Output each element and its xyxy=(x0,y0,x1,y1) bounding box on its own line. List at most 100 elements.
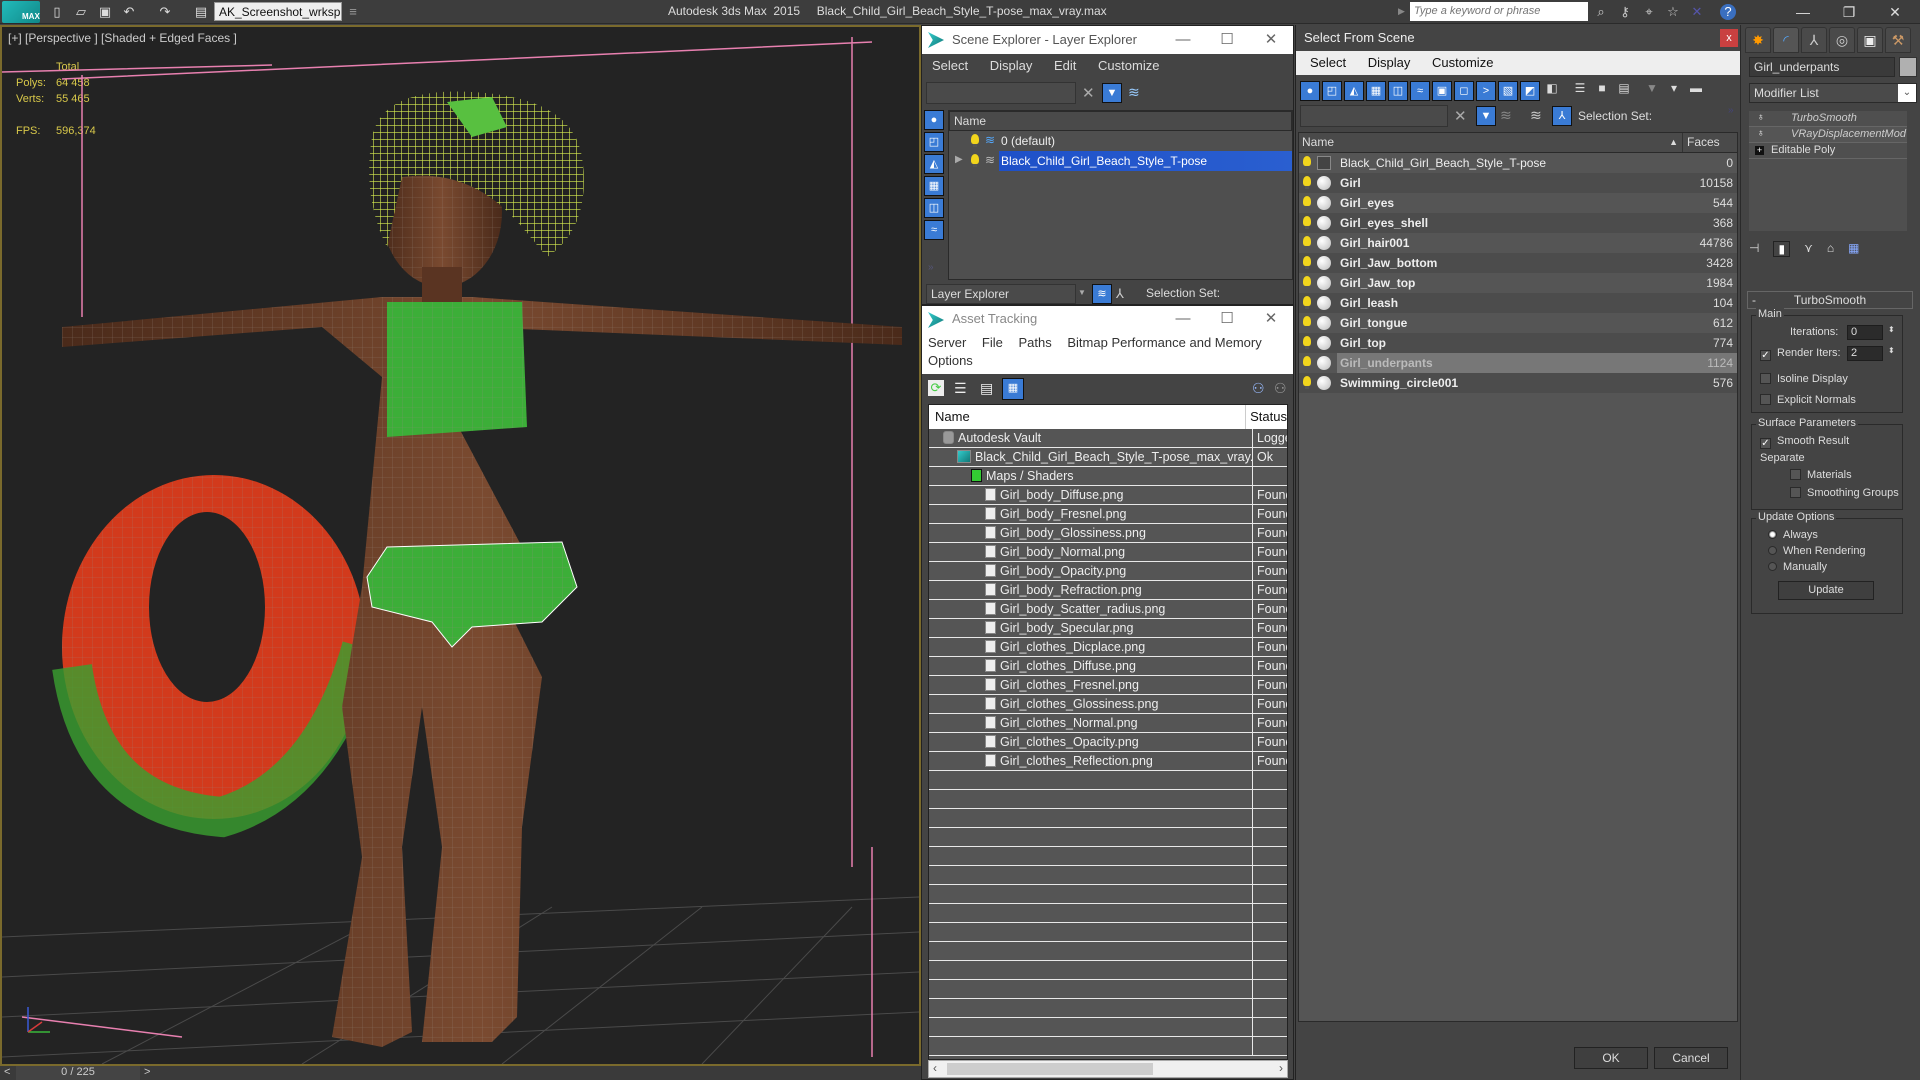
close-button[interactable]: ✕ xyxy=(1872,0,1918,24)
ok-button[interactable]: OK xyxy=(1574,1047,1648,1069)
hidden-filter-icon[interactable]: ◧ xyxy=(1542,81,1562,101)
select-invert-icon[interactable]: ▤ xyxy=(1614,81,1634,101)
visibility-bulb-icon[interactable] xyxy=(971,134,979,147)
asset-row[interactable]: Girl_clothes_Normal.png Found xyxy=(929,714,1287,733)
hierarchy-tab-icon[interactable]: ⅄ xyxy=(1801,27,1827,53)
maximize-button[interactable]: ☐ xyxy=(1205,26,1249,54)
visibility-bulb-icon[interactable] xyxy=(1303,196,1311,209)
always-radio[interactable]: Always xyxy=(1768,529,1818,541)
close-button[interactable]: ✕ xyxy=(1249,26,1293,54)
hierarchy-mode-icon[interactable]: ⅄ xyxy=(1552,106,1572,126)
close-button[interactable]: x xyxy=(1720,29,1738,47)
select-from-scene-titlebar[interactable]: Select From Scene x xyxy=(1296,25,1740,51)
layer-row-selected[interactable]: ▶ ≋ Black_Child_Girl_Beach_Style_T-pose xyxy=(949,151,1292,171)
geometry-filter-icon[interactable]: ● xyxy=(924,110,944,130)
minimize-button[interactable]: — xyxy=(1161,26,1205,54)
modifier-stack-item[interactable]: + Editable Poly xyxy=(1749,143,1907,159)
menu-display[interactable]: Display xyxy=(990,58,1033,73)
list-view-icon[interactable]: ☰ xyxy=(954,380,967,397)
visibility-bulb-icon[interactable] xyxy=(1303,296,1311,309)
menu-options[interactable]: Options xyxy=(928,353,973,368)
remove-modifier-icon[interactable]: ⌂ xyxy=(1827,241,1834,257)
cancel-button[interactable]: Cancel xyxy=(1654,1047,1728,1069)
time-slider[interactable]: < 0 / 225 > xyxy=(0,1066,921,1080)
helpers-filter-icon[interactable]: ◫ xyxy=(924,198,944,218)
refresh-icon[interactable]: ⟳ xyxy=(928,380,944,396)
asset-row[interactable]: Girl_body_Refraction.png Found xyxy=(929,581,1287,600)
smooth-result-checkbox[interactable]: ✓ Smooth Result xyxy=(1760,435,1849,449)
restore-button[interactable]: ❐ xyxy=(1826,0,1872,24)
render-iters-spinner[interactable]: 2 xyxy=(1847,346,1883,361)
visibility-bulb-icon[interactable] xyxy=(971,154,979,167)
lights-filter-icon[interactable]: ◭ xyxy=(924,154,944,174)
expand-arrow-icon[interactable]: ▶ xyxy=(955,154,963,165)
asset-row[interactable]: Girl_clothes_Dicplace.png Found xyxy=(929,638,1287,657)
layer-mode-icon[interactable]: ≋ xyxy=(1092,284,1112,304)
vault-login-icon[interactable]: ⚇ xyxy=(1252,380,1265,397)
object-row[interactable]: Girl_Jaw_top 1984 xyxy=(1299,273,1737,293)
save-icon[interactable]: ▣ xyxy=(96,3,114,21)
spacewarps-filter-icon[interactable]: ≈ xyxy=(1410,81,1430,101)
help-icon[interactable]: ? xyxy=(1720,4,1736,20)
spinner-arrows-icon[interactable]: ⬍ xyxy=(1888,325,1895,334)
sort-icon[interactable]: ▬ xyxy=(1686,81,1706,101)
object-row[interactable]: Girl_top 774 xyxy=(1299,333,1737,353)
asset-row[interactable]: Girl_clothes_Reflection.png Found xyxy=(929,752,1287,771)
layers-filter-icon[interactable]: ≋ xyxy=(1128,84,1140,101)
modifier-stack-item[interactable]: ♁ VRayDisplacementMod xyxy=(1749,127,1907,143)
explicit-normals-checkbox[interactable]: Explicit Normals xyxy=(1760,394,1856,406)
asset-row[interactable]: Maps / Shaders xyxy=(929,467,1287,486)
asset-row[interactable]: Girl_clothes_Diffuse.png Found xyxy=(929,657,1287,676)
object-row[interactable]: Swimming_circle001 576 xyxy=(1299,373,1737,393)
filter-toggle-icon[interactable]: ▼ xyxy=(1102,83,1122,103)
search-expand-icon[interactable]: ▶ xyxy=(1398,6,1405,17)
maximize-button[interactable]: ☐ xyxy=(1205,306,1249,332)
xrefs-filter-icon[interactable]: ◻ xyxy=(1454,81,1474,101)
scroll-left-icon[interactable]: ‹ xyxy=(933,1061,937,1075)
menu-select[interactable]: Select xyxy=(932,58,968,73)
menu-select[interactable]: Select xyxy=(1310,55,1346,70)
visibility-bulb-icon[interactable] xyxy=(1303,356,1311,369)
modifier-bulb-icon[interactable]: ♁ xyxy=(1757,128,1765,139)
shapes-filter-icon[interactable]: ◰ xyxy=(1322,81,1342,101)
layer-mode-icon[interactable]: ≋ xyxy=(1530,107,1542,124)
layer-tree-header[interactable]: Name xyxy=(949,111,1292,131)
motion-tab-icon[interactable]: ◎ xyxy=(1829,27,1855,53)
app-menu-button[interactable]: MAX xyxy=(2,1,40,23)
smoothing-groups-checkbox[interactable]: Smoothing Groups xyxy=(1790,487,1899,499)
filter-options-icon[interactable]: ▾ xyxy=(1664,81,1684,101)
modifier-stack-item[interactable]: ♁ TurboSmooth xyxy=(1749,111,1907,127)
modifier-bulb-icon[interactable]: ♁ xyxy=(1757,112,1765,123)
turbosmooth-rollout-header[interactable]: - TurboSmooth xyxy=(1747,291,1913,309)
column-name[interactable]: Name xyxy=(929,405,1247,429)
create-tab-icon[interactable]: ✸ xyxy=(1745,27,1771,53)
menu-edit[interactable]: Edit xyxy=(1054,58,1076,73)
scroll-right-icon[interactable]: › xyxy=(1279,1061,1283,1075)
customize-qat-icon[interactable]: ≡ xyxy=(344,3,362,21)
helpers-filter-icon[interactable]: ◫ xyxy=(1388,81,1408,101)
layers-icon[interactable]: ≋ xyxy=(1500,107,1512,124)
column-name[interactable]: Name ▲ xyxy=(1299,133,1683,152)
object-row[interactable]: Girl_hair001 44786 xyxy=(1299,233,1737,253)
new-file-icon[interactable]: ▯ xyxy=(48,3,66,21)
undo-icon[interactable]: ↶ xyxy=(120,3,138,21)
asset-row[interactable]: Girl_body_Glossiness.png Found xyxy=(929,524,1287,543)
perspective-viewport[interactable]: [+] [Perspective ] [Shaded + Edged Faces… xyxy=(0,25,921,1066)
object-row[interactable]: Black_Child_Girl_Beach_Style_T-pose 0 xyxy=(1299,153,1737,173)
pin-stack-icon[interactable]: ⊣ xyxy=(1749,241,1759,257)
cameras-filter-icon[interactable]: ▦ xyxy=(924,176,944,196)
object-name-input[interactable] xyxy=(1749,57,1895,77)
menu-display[interactable]: Display xyxy=(1368,55,1411,70)
search-input[interactable] xyxy=(1410,2,1588,21)
visibility-bulb-icon[interactable] xyxy=(1303,376,1311,389)
close-button[interactable]: ✕ xyxy=(1249,306,1293,332)
find-input[interactable] xyxy=(1300,105,1448,127)
spacewarps-filter-icon[interactable]: ≈ xyxy=(924,220,944,240)
expand-toolbar-icon[interactable]: » xyxy=(1728,105,1734,116)
object-row[interactable]: Girl_eyes 544 xyxy=(1299,193,1737,213)
open-file-icon[interactable]: ▱ xyxy=(72,3,90,21)
object-row[interactable]: Girl_eyes_shell 368 xyxy=(1299,213,1737,233)
visibility-bulb-icon[interactable] xyxy=(1303,216,1311,229)
render-iters-checkbox[interactable]: ✓ Render Iters: xyxy=(1760,347,1841,361)
menu-paths[interactable]: Paths xyxy=(1019,335,1052,350)
